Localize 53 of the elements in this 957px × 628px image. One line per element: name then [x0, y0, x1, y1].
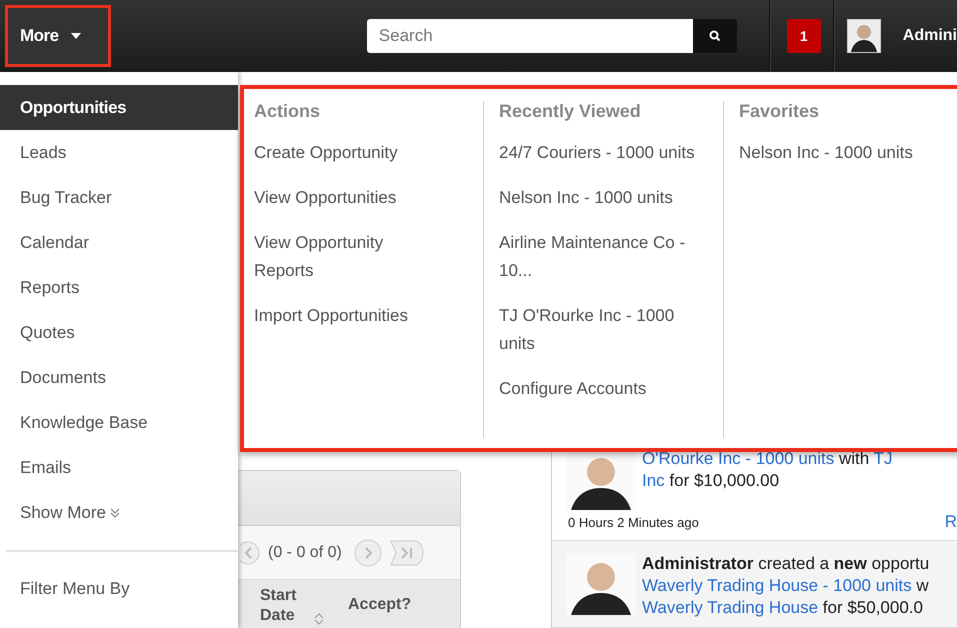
menu-item[interactable]: Reports	[0, 265, 238, 310]
show-more-link[interactable]: Show More	[0, 490, 238, 535]
search-field[interactable]: Search	[366, 19, 693, 53]
record-link[interactable]: TJ	[874, 449, 892, 468]
record-link[interactable]: Waverly Trading House - 1000 units	[642, 576, 912, 595]
record-link[interactable]: Waverly Trading House	[642, 598, 818, 617]
column-header[interactable]: Start Date	[260, 586, 308, 626]
menu-link[interactable]: Configure Accounts	[499, 375, 714, 403]
menu-link[interactable]: Nelson Inc - 1000 units	[499, 184, 714, 212]
timestamp: 0 Hours 2 Minutes ago	[568, 514, 699, 530]
search-icon	[708, 30, 721, 42]
menu-link[interactable]: 24/7 Couriers - 1000 units	[499, 139, 714, 167]
column-title: Actions	[254, 101, 322, 123]
record-link[interactable]: Inc	[642, 471, 665, 490]
next-page-icon[interactable]	[354, 538, 382, 566]
menu-link[interactable]: View Opportunities	[254, 184, 434, 212]
more-button[interactable]: More	[5, 5, 111, 67]
menu-item[interactable]: Emails	[0, 445, 238, 490]
menu-item[interactable]: Documents	[0, 355, 238, 400]
sort-icon[interactable]	[314, 612, 324, 626]
menu-link[interactable]: Create Opportunity	[254, 139, 434, 167]
double-chevron-icon	[110, 508, 120, 518]
menu-link[interactable]: Import Opportunities	[254, 302, 434, 330]
menu-item[interactable]: Leads	[0, 130, 238, 175]
menu-link[interactable]: View Opportunity Reports	[254, 229, 434, 285]
user-name[interactable]: Admini	[902, 27, 957, 45]
menu-item[interactable]: Calendar	[0, 220, 238, 265]
activity-text: Waverly Trading House - 1000 units w	[642, 575, 930, 597]
avatar-icon	[566, 553, 636, 615]
column-title: Favorites	[739, 101, 820, 123]
caret-icon	[70, 33, 81, 39]
menu-item[interactable]: Knowledge Base	[0, 400, 238, 445]
menu-link[interactable]: TJ O'Rourke Inc - 1000 units	[499, 302, 714, 358]
menu-link[interactable]: Airline Maintenance Co - 10...	[499, 229, 714, 285]
menu-item[interactable]: Quotes	[0, 310, 238, 355]
activity-text: Waverly Trading House for $50,000.0	[642, 597, 924, 619]
activity-text: O'Rourke Inc - 1000 units with TJ	[642, 448, 894, 470]
menu-item[interactable]: Bug Tracker	[0, 175, 238, 220]
search-button[interactable]	[692, 19, 737, 53]
notification-badge[interactable]: 1	[786, 19, 821, 53]
record-link[interactable]: O'Rourke Inc - 1000 units	[642, 449, 834, 468]
menu-link[interactable]: Nelson Inc - 1000 units	[739, 139, 954, 167]
activity-text: Inc for $10,000.00	[642, 470, 780, 492]
filter-menu-item[interactable]: Filter Menu By	[0, 552, 238, 626]
last-page-icon[interactable]	[390, 540, 424, 566]
pagination-text: (0 - 0 of 0)	[268, 544, 342, 562]
column-title: Recently Viewed	[499, 101, 642, 123]
user-avatar-icon[interactable]	[846, 19, 881, 53]
column-header[interactable]: Accept?	[348, 596, 412, 614]
reply-link[interactable]: R	[944, 512, 957, 532]
menu-item[interactable]: Opportunities	[0, 85, 238, 130]
previous-page-icon[interactable]	[240, 540, 260, 564]
activity-text: Administrator created a new opportu	[642, 553, 930, 575]
